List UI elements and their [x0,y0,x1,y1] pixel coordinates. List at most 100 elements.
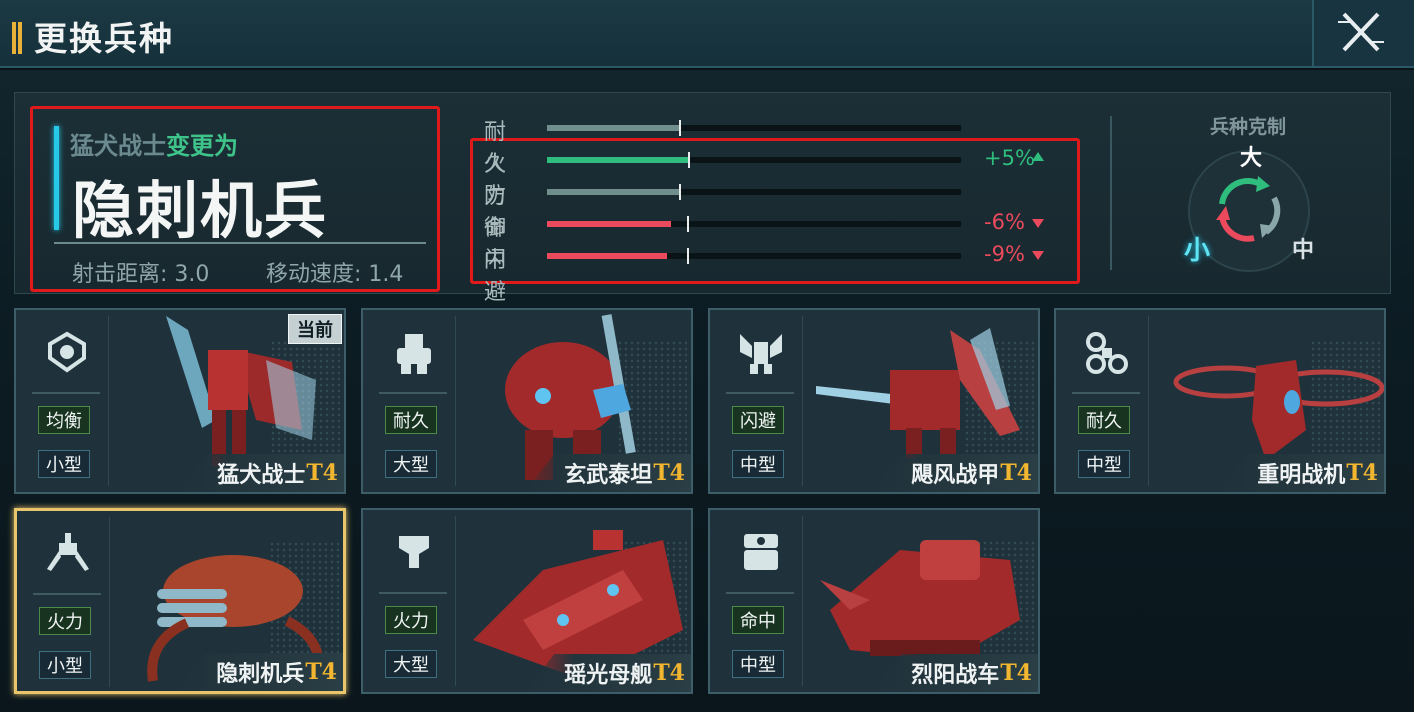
role-badge: 命中 [732,606,784,634]
card-info: 火力 小型 [33,517,103,685]
counter-small: 小 [1184,236,1211,266]
unit-tier: T4 [306,460,338,486]
stat-tick [687,216,689,232]
unit-card-selected[interactable]: 火力 小型 隐刺机兵 T4 [14,508,346,694]
stat-delta: -9% [984,242,1025,266]
card-divider [108,316,109,486]
armor-icon [399,536,429,568]
stat-fill [547,253,667,259]
current-tag: 当前 [288,314,342,344]
size-badge: 中型 [1078,450,1130,478]
unit-card[interactable]: 闪避 中型 飓风战甲 T4 [708,308,1040,494]
stat-tick [687,248,689,264]
card-separator [726,392,794,394]
panel-divider [1110,116,1112,270]
role-badge: 均衡 [38,406,90,434]
change-from-line: 猛犬战士变更为 [70,126,238,161]
change-to-word: 变更为 [166,132,238,160]
tank-icon [744,534,778,570]
unit-card[interactable]: 耐久 中型 重明战机 T4 [1054,308,1386,494]
close-icon [1338,12,1384,52]
size-badge: 小型 [38,450,90,478]
unit-name: 烈阳战车 [911,662,1000,688]
card-separator [32,392,100,394]
counter-medium: 中 [1292,238,1315,263]
increase-arrow-icon [1032,152,1044,161]
name-accent-bar [54,126,59,230]
decrease-arrow-icon [1032,251,1044,260]
size-badge: 中型 [732,450,784,478]
decrease-arrow-icon [1032,219,1044,228]
balance-icon [48,331,86,373]
heavy-mech-icon [397,334,431,374]
unit-name: 重明战机 [1257,462,1346,488]
card-divider [455,316,456,486]
role-badge: 闪避 [732,406,784,434]
stat-bar [547,152,961,168]
card-info: 均衡 小型 [32,316,102,484]
card-separator [379,592,447,594]
unit-name: 隐刺机兵 [216,661,305,687]
card-divider [1148,316,1149,486]
close-button[interactable] [1330,8,1392,56]
card-divider [802,516,803,686]
unit-name: 飓风战甲 [911,462,1000,488]
title-accent-icon [12,22,22,54]
header-bar: 更换兵种 [0,0,1414,68]
stat-bar [547,216,961,232]
name-divider [54,242,426,244]
stat-fill [547,189,679,195]
stat-delta: +5% [984,146,1035,170]
card-separator [379,392,447,394]
counter-title: 兵种克制 [1210,116,1287,138]
unit-tier: T4 [1000,660,1032,686]
target-unit-name: 隐刺机兵 [72,174,329,247]
unit-card[interactable]: 耐久 大型 玄武泰坦 T4 [361,308,693,494]
unit-tier: T4 [653,460,685,486]
card-divider [109,517,110,687]
size-badge: 大型 [385,650,437,678]
card-info: 耐久 中型 [1072,316,1142,484]
drone-icon [1086,332,1128,374]
card-separator [33,593,101,595]
card-info: 火力 大型 [379,516,449,684]
current-unit-name: 猛犬战士 [70,132,166,160]
stat-bar [547,248,961,264]
winged-mech-icon [740,334,782,374]
size-badge: 大型 [385,450,437,478]
stat-bar [547,120,961,136]
stat-fill [547,125,679,131]
role-badge: 耐久 [385,406,437,434]
card-separator [726,592,794,594]
card-separator [1072,392,1140,394]
counter-large: 大 [1240,146,1263,171]
stat-fill [547,221,671,227]
unit-tier: T4 [653,660,685,686]
card-info: 耐久 大型 [379,316,449,484]
counter-cycle-icon [1216,176,1281,242]
stat-bar [547,184,961,200]
range-stat: 射击距离: 3.0 [72,262,210,287]
size-badge: 中型 [732,650,784,678]
stat-tick [688,152,690,168]
unit-name: 瑶光母舰 [564,662,653,688]
unit-tier: T4 [1000,460,1032,486]
stat-delta: -6% [984,210,1025,234]
spider-icon [47,533,89,571]
size-badge: 小型 [39,651,91,679]
stat-fill [547,157,688,163]
unit-tier: T4 [305,659,337,685]
stat-label: 闪避 [484,248,507,305]
unit-card[interactable]: 火力 大型 瑶光母舰 T4 [361,508,693,694]
role-badge: 火力 [39,607,91,635]
unit-card[interactable]: 命中 中型 烈阳战车 T4 [708,508,1040,694]
card-divider [455,516,456,686]
unit-card[interactable]: 均衡 小型 当前 猛犬战士 T4 [14,308,346,494]
unit-name: 玄武泰坦 [564,462,653,488]
card-info: 命中 中型 [726,516,796,684]
unit-tier: T4 [1346,460,1378,486]
card-divider [802,316,803,486]
page-title: 更换兵种 [34,19,174,58]
stat-tick [679,184,681,200]
role-badge: 火力 [385,606,437,634]
